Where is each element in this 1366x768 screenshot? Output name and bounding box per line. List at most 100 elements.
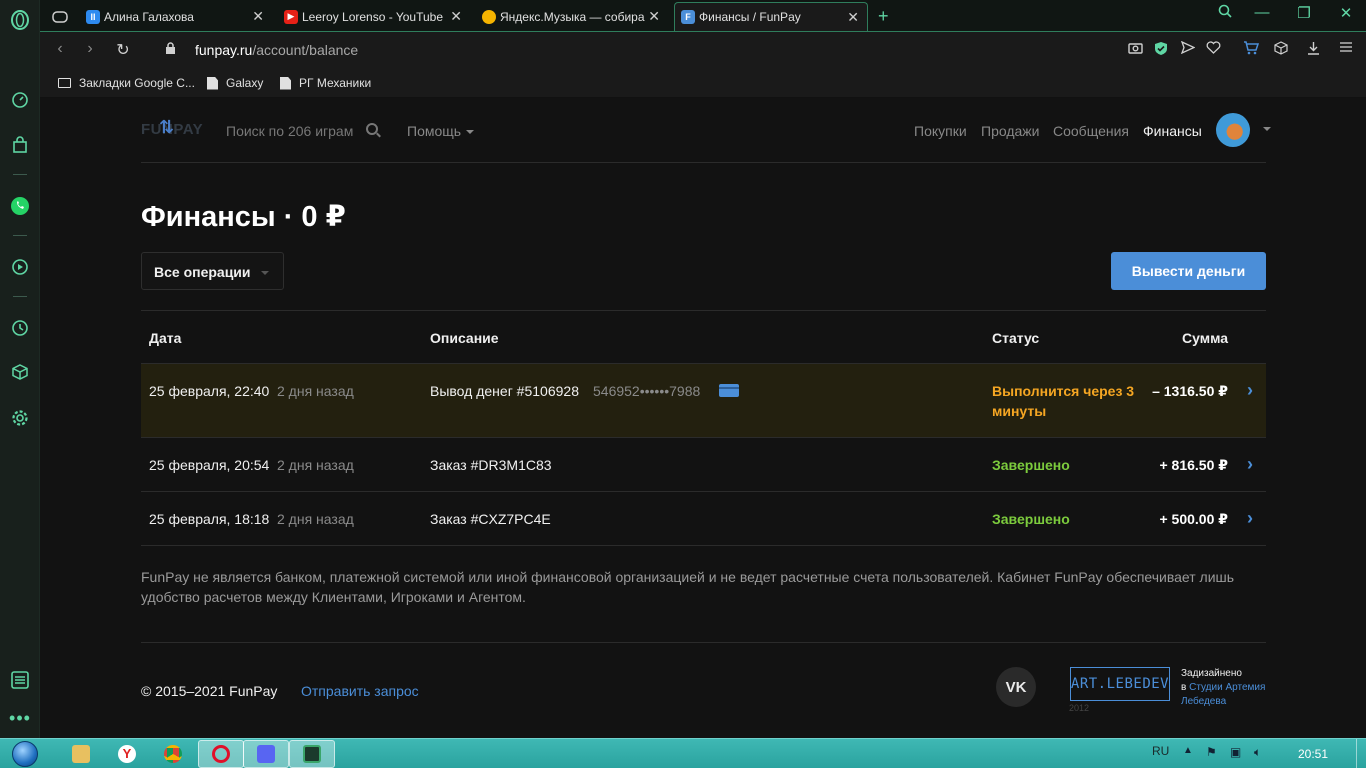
close-icon[interactable]: ✕ xyxy=(648,8,660,25)
page-title: Финансы · 0 ₽ xyxy=(141,201,346,233)
lock-icon xyxy=(160,42,180,58)
flag-icon[interactable]: ⚑ xyxy=(1206,745,1217,759)
pause-favicon-icon: II xyxy=(86,9,100,24)
chevron-right-icon[interactable]: › xyxy=(1247,454,1253,475)
taskbar-yandex[interactable]: Y xyxy=(104,740,150,768)
taskbar-discord[interactable] xyxy=(243,740,289,768)
search-icon[interactable] xyxy=(366,123,378,135)
avatar[interactable] xyxy=(1216,113,1250,147)
vpn-shield-icon[interactable] xyxy=(1152,41,1170,59)
nav-sales[interactable]: Продажи xyxy=(981,123,1039,139)
funpay-logo[interactable]: FUNPAY ⇅ xyxy=(141,117,203,138)
sidebar-divider xyxy=(13,174,27,175)
taskbar-chrome[interactable] xyxy=(150,740,196,768)
table-row[interactable]: 25 февраля, 18:18 2 дня назад Заказ #CXZ… xyxy=(141,492,1266,546)
clock[interactable]: 20:51 xyxy=(1298,747,1328,761)
footer-divider xyxy=(141,642,1266,643)
network-icon[interactable]: ▣ xyxy=(1230,745,1241,759)
row-status: Завершено xyxy=(992,511,1070,527)
tab-alina[interactable]: II Алина Галахова ✕ xyxy=(80,2,272,31)
new-tab-button[interactable]: + xyxy=(874,2,898,31)
nav-finances[interactable]: Финансы xyxy=(1143,123,1202,139)
folder-icon xyxy=(72,745,90,763)
nav-purchases[interactable]: Покупки xyxy=(914,123,967,139)
bookmark-google[interactable]: Закладки Google C... xyxy=(58,76,195,90)
close-icon[interactable]: ✕ xyxy=(252,8,264,25)
opera-icon xyxy=(212,745,230,763)
help-menu[interactable]: Помощь xyxy=(407,123,475,139)
history-icon[interactable] xyxy=(8,316,32,340)
bookmark-galaxy[interactable]: Galaxy xyxy=(207,76,263,90)
bookmark-label: РГ Механики xyxy=(299,76,372,90)
row-description: Вывод денег #5106928 xyxy=(430,383,579,399)
reload-icon[interactable]: ↻ xyxy=(113,40,133,60)
tab-menu-icon[interactable] xyxy=(46,2,76,31)
player-icon[interactable] xyxy=(8,255,32,279)
table-row[interactable]: 25 февраля, 20:54 2 дня назад Заказ #DR3… xyxy=(141,438,1266,492)
document-icon xyxy=(207,76,218,90)
download-icon[interactable] xyxy=(1304,41,1322,59)
table-row[interactable]: 25 февраля, 22:40 2 дня назад Вывод дене… xyxy=(141,364,1266,438)
minimize-icon[interactable]: — xyxy=(1250,4,1274,21)
operations-filter-select[interactable]: Все операции xyxy=(141,252,284,290)
start-button[interactable] xyxy=(4,739,46,768)
search-tabs-icon[interactable] xyxy=(1213,4,1237,22)
close-window-icon[interactable]: ✕ xyxy=(1334,4,1358,22)
withdraw-button[interactable]: Вывести деньги xyxy=(1111,252,1266,290)
operations-table: Дата Описание Статус Сумма 25 февраля, 2… xyxy=(141,310,1266,546)
more-dots-icon[interactable]: ••• xyxy=(8,706,32,730)
studio-link-2[interactable]: Лебедева xyxy=(1181,695,1265,709)
shopping-icon[interactable] xyxy=(8,133,32,157)
vk-icon[interactable]: VK xyxy=(996,667,1036,707)
close-icon[interactable]: ✕ xyxy=(450,8,462,25)
url-field[interactable]: funpay.ru/account/balance xyxy=(195,42,358,58)
forward-icon[interactable]: › xyxy=(80,40,100,58)
send-request-link[interactable]: Отправить запрос xyxy=(301,683,419,699)
speed-dial-icon[interactable] xyxy=(8,88,32,112)
bookmark-rg-mechanics[interactable]: РГ Механики xyxy=(280,76,371,90)
show-desktop-button[interactable] xyxy=(1356,739,1366,768)
tab-yandex-music[interactable]: Яндекс.Музыка — собирае ✕ xyxy=(476,2,668,31)
row-date: 25 февраля, 18:18 xyxy=(149,511,270,527)
whatsapp-icon[interactable] xyxy=(8,194,32,218)
opera-logo-icon[interactable] xyxy=(8,8,32,32)
tab-funpay[interactable]: F Финансы / FunPay ✕ xyxy=(674,2,868,31)
heart-icon[interactable] xyxy=(1204,41,1222,59)
chevron-down-icon[interactable] xyxy=(1263,127,1271,131)
chevron-right-icon[interactable]: › xyxy=(1247,508,1253,529)
show-hidden-icons-icon[interactable]: ▲ xyxy=(1183,745,1193,756)
taskbar-app[interactable] xyxy=(289,740,335,768)
close-icon[interactable]: ✕ xyxy=(847,9,859,26)
studio-link[interactable]: Студии Артемия xyxy=(1189,682,1265,693)
yandex-browser-icon: Y xyxy=(118,745,136,763)
nav-messages[interactable]: Сообщения xyxy=(1053,123,1129,139)
row-date: 25 февраля, 20:54 xyxy=(149,457,270,473)
restore-icon[interactable]: ❐ xyxy=(1292,4,1316,22)
discord-icon xyxy=(257,745,275,763)
row-ago: 2 дня назад xyxy=(277,457,354,473)
taskbar-opera[interactable] xyxy=(198,740,244,768)
taskbar-explorer[interactable] xyxy=(58,740,104,768)
back-icon[interactable]: ‹ xyxy=(50,40,70,58)
art-lebedev-logo[interactable]: ART.LEBEDEV xyxy=(1070,667,1170,701)
folder-icon xyxy=(58,78,71,88)
tab-youtube[interactable]: ▶ Leeroy Lorenso - YouTube ✕ xyxy=(278,2,470,31)
easy-setup-icon[interactable] xyxy=(1337,41,1355,59)
settings-gear-icon[interactable] xyxy=(8,406,32,430)
box-icon[interactable] xyxy=(1272,41,1290,59)
extensions-icon[interactable] xyxy=(8,360,32,384)
page-content: FUNPAY ⇅ Поиск по 206 играм Помощь Покупк… xyxy=(41,99,1366,738)
tab-title: Алина Галахова xyxy=(104,9,194,24)
language-indicator[interactable]: RU xyxy=(1152,744,1169,758)
designed-line: Задизайнено xyxy=(1181,668,1242,679)
send-icon[interactable] xyxy=(1179,40,1197,59)
search-input[interactable]: Поиск по 206 играм xyxy=(226,123,353,139)
workspaces-icon[interactable] xyxy=(8,668,32,692)
cart-icon[interactable] xyxy=(1242,41,1260,59)
app-icon xyxy=(303,745,321,763)
chevron-right-icon[interactable]: › xyxy=(1247,380,1253,401)
row-status: Завершено xyxy=(992,457,1070,473)
snapshot-icon[interactable] xyxy=(1126,41,1144,59)
disclaimer-text: FunPay не является банком, платежной сис… xyxy=(141,569,1235,605)
volume-icon[interactable]: 🔈︎ xyxy=(1254,745,1261,760)
